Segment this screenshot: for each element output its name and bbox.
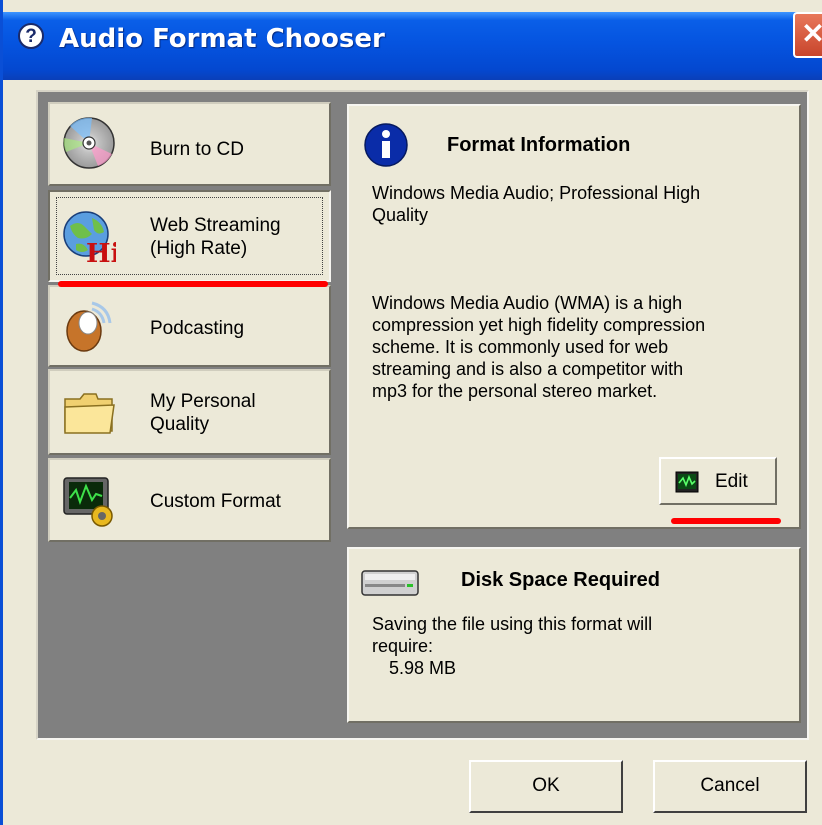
cd-disc-icon [63, 117, 115, 169]
info-icon [364, 123, 408, 167]
format-label: My Personal Quality [150, 391, 256, 435]
format-name-text: Windows Media Audio; Professional High Q… [372, 183, 701, 225]
format-label: Web Streaming (High Rate) [150, 215, 281, 259]
hard-drive-icon [361, 570, 419, 596]
format-label: Podcasting [150, 318, 245, 339]
disk-space-panel: Disk Space Required Saving the file usin… [347, 547, 801, 723]
close-button[interactable]: ✕ [793, 12, 822, 58]
edit-annotation-underline [671, 518, 781, 524]
help-question-icon: ? [18, 23, 44, 49]
disk-space-text: Saving the file using this format will r… [372, 614, 653, 656]
format-description-text: Windows Media Audio (WMA) is a high comp… [372, 293, 706, 401]
edit-label: Edit [715, 471, 748, 492]
format-label: Burn to CD [150, 139, 244, 160]
svg-text:Hi: Hi [86, 239, 116, 264]
format-my-personal-quality-button[interactable]: My Personal Quality [48, 369, 331, 455]
format-label: Custom Format [150, 491, 281, 512]
podcast-icon [66, 301, 112, 352]
format-info-heading: Format Information [447, 134, 631, 156]
format-custom-format-button[interactable]: Custom Format [48, 458, 331, 542]
folder-icon [64, 393, 115, 434]
format-podcasting-button[interactable]: Podcasting [48, 285, 331, 367]
selection-annotation-underline [58, 281, 328, 287]
format-web-streaming-button[interactable]: Hi Web Streaming (High Rate) [48, 190, 331, 282]
ok-button[interactable]: OK [469, 760, 623, 813]
edit-button[interactable]: Edit [659, 457, 777, 505]
disk-space-size: 5.98 MB [389, 658, 457, 678]
window-title: Audio Format Chooser [59, 24, 385, 54]
title-bar[interactable]: ? Audio Format Chooser ✕ [3, 12, 822, 80]
custom-format-icon [63, 477, 113, 527]
disk-space-heading: Disk Space Required [461, 569, 660, 591]
audio-format-chooser-window: ? Audio Format Chooser ✕ Burn to CD Hi W… [0, 0, 822, 825]
globe-hi-icon: Hi [63, 211, 116, 264]
format-burn-to-cd-button[interactable]: Burn to CD [48, 102, 331, 186]
waveform-monitor-icon [675, 471, 699, 493]
cancel-button[interactable]: Cancel [653, 760, 807, 813]
